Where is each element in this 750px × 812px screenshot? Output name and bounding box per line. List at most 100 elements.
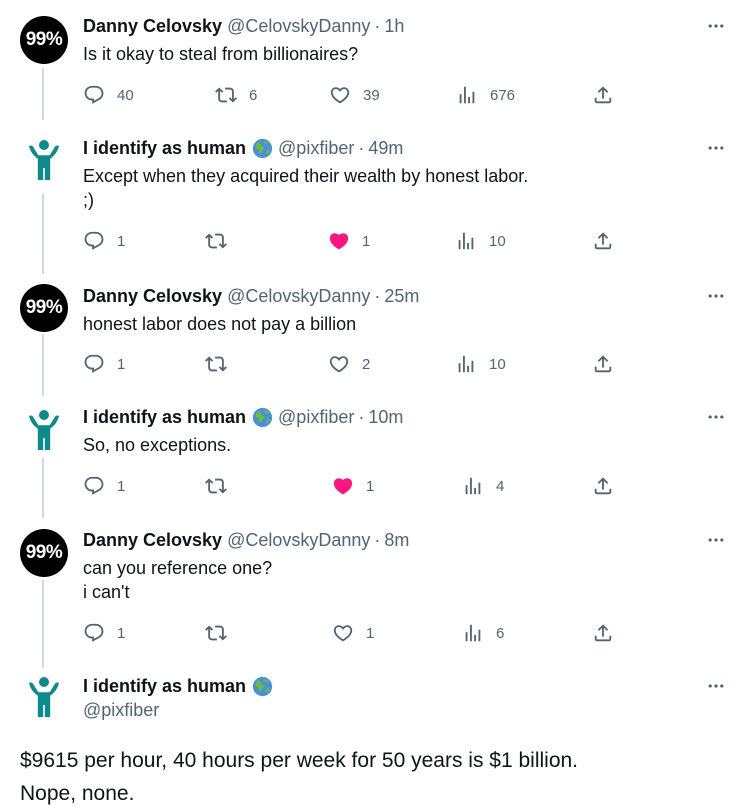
- reply-count: 40: [117, 86, 134, 104]
- like-button[interactable]: 1: [332, 620, 374, 646]
- share-button[interactable]: [592, 620, 614, 646]
- author-name[interactable]: Danny Celovsky: [83, 530, 222, 551]
- reply-count: 1: [117, 232, 126, 250]
- retweet-icon: [205, 622, 227, 644]
- tweet[interactable]: I identify as human @pixfiber · 10m So, …: [0, 390, 750, 515]
- views-button[interactable]: 6: [462, 620, 504, 646]
- tweet-text: honest labor does not pay a billion: [83, 314, 357, 334]
- tweet-header: Danny Celovsky @CelovskyDanny · 1h: [83, 14, 404, 38]
- reply-button[interactable]: 1: [83, 351, 125, 377]
- share-button[interactable]: [592, 351, 614, 377]
- human-figure-icon: [20, 136, 68, 184]
- globe-icon: [252, 138, 273, 159]
- reply-button[interactable]: 40: [83, 82, 134, 108]
- like-count: 2: [362, 355, 371, 373]
- author-handle[interactable]: @CelovskyDanny: [227, 286, 370, 307]
- retweet-button[interactable]: [205, 228, 239, 254]
- author-handle[interactable]: @pixfiber: [278, 138, 354, 159]
- view-count: 676: [490, 86, 516, 104]
- reply-count: 1: [117, 624, 126, 642]
- more-icon[interactable]: [706, 530, 726, 550]
- view-count: 10: [489, 232, 506, 250]
- timestamp[interactable]: 49m: [368, 138, 403, 159]
- retweet-icon: [215, 84, 237, 106]
- separator-dot: ·: [374, 15, 381, 36]
- views-button[interactable]: 10: [455, 228, 506, 254]
- avatar-label: 99%: [25, 297, 63, 318]
- author-handle[interactable]: @CelovskyDanny: [227, 16, 370, 37]
- tweet-text: $9615 per hour, 40 hours per week for 50…: [20, 749, 579, 805]
- reply-button[interactable]: 1: [83, 620, 125, 646]
- tweet[interactable]: 99% Danny Celovsky @CelovskyDanny · 1h I…: [0, 0, 750, 120]
- timestamp[interactable]: 1h: [384, 16, 404, 37]
- tweet-header: I identify as human: [83, 674, 273, 698]
- retweet-button[interactable]: [205, 620, 239, 646]
- author-handle[interactable]: @pixfiber: [83, 700, 159, 721]
- retweet-button[interactable]: [205, 351, 239, 377]
- human-figure-icon: [20, 406, 68, 454]
- views-icon: [456, 84, 478, 106]
- avatar-label: 99%: [25, 542, 63, 563]
- share-button[interactable]: [592, 473, 614, 499]
- timestamp[interactable]: 25m: [384, 286, 419, 307]
- reply-button[interactable]: 1: [83, 473, 125, 499]
- views-button[interactable]: 10: [455, 351, 506, 377]
- avatar[interactable]: [20, 406, 68, 454]
- views-icon: [462, 622, 484, 644]
- reply-icon: [83, 353, 105, 375]
- tweet-header: I identify as human @pixfiber · 10m: [83, 405, 403, 429]
- views-button[interactable]: 676: [456, 82, 515, 108]
- share-icon: [592, 622, 614, 644]
- share-button[interactable]: [592, 82, 614, 108]
- avatar[interactable]: 99%: [20, 16, 68, 64]
- like-button[interactable]: 1: [328, 228, 370, 254]
- author-name[interactable]: I identify as human: [83, 676, 246, 697]
- author-name[interactable]: I identify as human: [83, 407, 246, 428]
- human-figure-icon: [20, 673, 68, 721]
- share-button[interactable]: [592, 228, 614, 254]
- share-icon: [592, 230, 614, 252]
- timestamp[interactable]: 8m: [384, 530, 409, 551]
- avatar[interactable]: [20, 136, 68, 184]
- author-handle[interactable]: @pixfiber: [278, 407, 354, 428]
- timestamp[interactable]: 10m: [368, 407, 403, 428]
- author-name[interactable]: I identify as human: [83, 138, 246, 159]
- views-icon: [462, 475, 484, 497]
- tweet[interactable]: I identify as human @pixfiber · 49m Exce…: [0, 120, 750, 270]
- like-button[interactable]: 39: [329, 82, 380, 108]
- avatar[interactable]: 99%: [20, 284, 68, 332]
- tweet-header: I identify as human @pixfiber · 49m: [83, 136, 403, 160]
- retweet-button[interactable]: 6: [215, 82, 257, 108]
- avatar[interactable]: 99%: [20, 529, 68, 577]
- author-handle[interactable]: @CelovskyDanny: [227, 530, 370, 551]
- more-icon[interactable]: [706, 676, 726, 696]
- more-icon[interactable]: [706, 16, 726, 36]
- views-button[interactable]: 4: [462, 473, 504, 499]
- heart-icon: [329, 84, 351, 106]
- like-count: 1: [362, 232, 371, 250]
- author-name[interactable]: Danny Celovsky: [83, 16, 222, 37]
- view-count: 10: [489, 355, 506, 373]
- reply-button[interactable]: 1: [83, 228, 125, 254]
- view-count: 6: [496, 624, 505, 642]
- tweet[interactable]: 99% Danny Celovsky @CelovskyDanny · 25m …: [0, 270, 750, 390]
- avatar-label: 99%: [25, 29, 63, 50]
- more-icon[interactable]: [706, 286, 726, 306]
- tweet[interactable]: 99% Danny Celovsky @CelovskyDanny · 8m c…: [0, 515, 750, 665]
- tweet-text: Is it okay to steal from billionaires?: [83, 44, 359, 64]
- retweet-icon: [205, 230, 227, 252]
- like-button[interactable]: 1: [332, 473, 374, 499]
- reply-icon: [83, 475, 105, 497]
- more-icon[interactable]: [706, 407, 726, 427]
- author-name[interactable]: Danny Celovsky: [83, 286, 222, 307]
- tweet-text: can you reference one? i can't: [83, 558, 273, 602]
- retweet-button[interactable]: [205, 473, 239, 499]
- main-tweet[interactable]: I identify as human @pixfiber $9615 per …: [0, 665, 750, 812]
- avatar[interactable]: [20, 673, 68, 721]
- heart-filled-icon: [332, 475, 354, 497]
- views-icon: [455, 230, 477, 252]
- tweet-text: So, no exceptions.: [83, 435, 232, 455]
- like-button[interactable]: 2: [328, 351, 370, 377]
- tweet-header: Danny Celovsky @CelovskyDanny · 25m: [83, 284, 419, 308]
- more-icon[interactable]: [706, 138, 726, 158]
